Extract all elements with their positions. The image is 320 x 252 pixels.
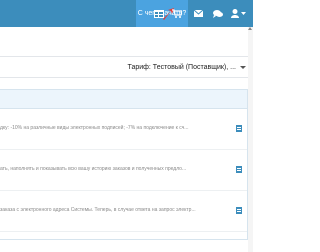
envelope-icon[interactable] bbox=[189, 0, 207, 27]
comments-icon[interactable] bbox=[209, 0, 227, 27]
top-navbar: С чего начать? bbox=[0, 0, 253, 27]
news-item-text: ать, наполнять и показывать всю вашу ист… bbox=[0, 166, 187, 172]
news-item[interactable]: заказа с электронного адреса Системы. Те… bbox=[0, 192, 247, 232]
news-panel: дку: -10% на различные виды электронных … bbox=[0, 89, 248, 240]
caret-down-icon[interactable] bbox=[239, 0, 247, 27]
panel-header bbox=[0, 90, 247, 109]
tariff-bar: Тариф: Тестовый (Поставщик), ... bbox=[0, 56, 253, 78]
news-item-text: заказа с электронного адреса Системы. Те… bbox=[0, 207, 196, 213]
tariff-dropdown[interactable]: Тариф: Тестовый (Поставщик), ... bbox=[128, 57, 237, 78]
document-icon bbox=[236, 125, 242, 132]
chevron-down-icon[interactable] bbox=[240, 66, 246, 69]
news-item[interactable]: дку: -10% на различные виды электронных … bbox=[0, 110, 247, 150]
document-icon bbox=[236, 166, 242, 173]
document-icon bbox=[236, 207, 242, 214]
news-item-text: дку: -10% на различные виды электронных … bbox=[0, 125, 189, 131]
vertical-scrollbar[interactable] bbox=[248, 27, 253, 252]
news-item[interactable]: ать, наполнять и показывать всю вашу ист… bbox=[0, 151, 247, 191]
cart-icon[interactable] bbox=[168, 0, 186, 27]
scroll-up-arrow-icon[interactable] bbox=[248, 27, 252, 30]
